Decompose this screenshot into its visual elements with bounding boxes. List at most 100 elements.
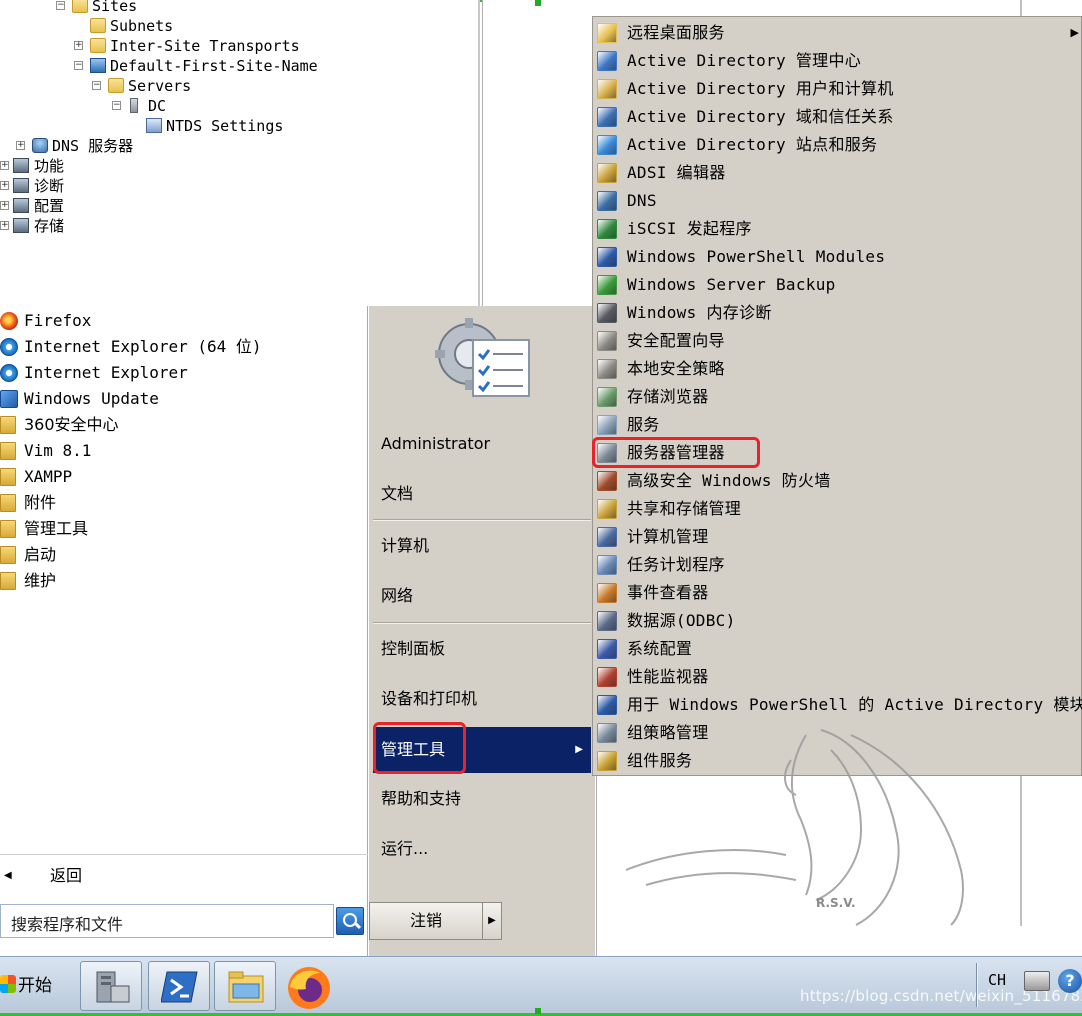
tree-item-ntds-settings[interactable]: NTDS Settings — [0, 116, 300, 136]
submenu-item[interactable]: ADSI 编辑器 — [593, 159, 1081, 187]
expand-icon[interactable]: + — [0, 181, 9, 190]
menu-admin-tools[interactable]: 管理工具 ▶ — [373, 727, 591, 773]
submenu-item[interactable]: 远程桌面服务 ▶ — [593, 19, 1081, 47]
menu-control-panel[interactable]: 控制面板 — [373, 629, 591, 669]
submenu-item[interactable]: 用于 Windows PowerShell 的 Active Directory… — [593, 691, 1082, 719]
collapse-icon[interactable]: − — [56, 1, 65, 10]
menu-devices-printers[interactable]: 设备和打印机 — [373, 679, 591, 719]
tree-item-inter-site-transports[interactable]: + Inter-Site Transports — [0, 36, 310, 56]
help-icon[interactable]: ? — [1058, 969, 1082, 993]
program-label: 附件 — [24, 493, 57, 512]
menu-network[interactable]: 网络 — [373, 576, 591, 616]
submenu-item[interactable]: 任务计划程序 — [593, 551, 1081, 579]
back-button[interactable]: ◀ 返回 — [0, 856, 368, 896]
search-input[interactable]: 搜索程序和文件 — [0, 904, 334, 938]
collapse-icon[interactable]: − — [92, 81, 101, 90]
tree-item-configuration[interactable]: + 配置 — [0, 196, 300, 216]
tree-item-dc[interactable]: − DC — [0, 96, 300, 116]
tree-item-servers[interactable]: − Servers — [0, 76, 300, 96]
program-windows-update[interactable]: Windows Update — [0, 386, 366, 412]
submenu-item[interactable]: 服务 — [593, 411, 1081, 439]
program-folder-360[interactable]: 360安全中心 — [0, 412, 366, 438]
submenu-item-label: 用于 Windows PowerShell 的 Active Directory… — [627, 695, 1082, 714]
program-firefox[interactable]: Firefox — [0, 308, 366, 334]
submenu-item[interactable]: Active Directory 域和信任关系 — [593, 103, 1081, 131]
submenu-item[interactable]: Active Directory 管理中心 — [593, 47, 1081, 75]
taskbar-firefox[interactable] — [282, 961, 338, 1011]
ie-icon — [0, 338, 18, 356]
expand-icon[interactable]: + — [0, 161, 9, 170]
taskbar-powershell[interactable] — [148, 961, 210, 1011]
program-folder-vim[interactable]: Vim 8.1 — [0, 438, 366, 464]
keyboard-icon[interactable] — [1024, 971, 1050, 991]
ad-powershell-icon — [597, 695, 617, 715]
tree-item-default-first-site[interactable]: − Default-First-Site-Name — [0, 56, 330, 76]
program-folder-xampp[interactable]: XAMPP — [0, 464, 366, 490]
collapse-icon[interactable]: − — [112, 101, 121, 110]
expand-icon[interactable]: + — [0, 201, 9, 210]
admin-tools-submenu: 远程桌面服务 ▶ Active Directory 管理中心 Active Direc… — [592, 16, 1082, 776]
submenu-item[interactable]: 事件查看器 — [593, 579, 1081, 607]
tree-item-sites[interactable]: − Sites — [0, 0, 300, 16]
tree-item-dns-server[interactable]: + DNS 服务器 — [0, 136, 300, 156]
submenu-item-label: Windows 内存诊断 — [627, 303, 772, 322]
group-policy-icon — [597, 723, 617, 743]
submenu-item[interactable]: 安全配置向导 — [593, 327, 1081, 355]
tree-item-subnets[interactable]: Subnets — [0, 16, 300, 36]
logoff-button[interactable]: 注销 — [369, 902, 483, 940]
submenu-item[interactable]: 服务器管理器 — [593, 439, 1081, 467]
resize-handle[interactable] — [535, 1008, 541, 1014]
program-ie64[interactable]: Internet Explorer (64 位) — [0, 334, 366, 360]
submenu-item[interactable]: Active Directory 站点和服务 — [593, 131, 1081, 159]
search-icon[interactable] — [336, 907, 364, 935]
resize-handle[interactable] — [535, 0, 541, 6]
server-icon — [130, 98, 138, 113]
submenu-item[interactable]: 系统配置 — [593, 635, 1081, 663]
taskbar-explorer[interactable] — [214, 961, 276, 1011]
ntds-settings-icon — [146, 118, 162, 133]
collapse-icon[interactable]: − — [74, 61, 83, 70]
ad-admin-center-icon — [597, 51, 617, 71]
shutdown-options-button[interactable]: ▶ — [482, 902, 502, 940]
submenu-item[interactable]: Windows Server Backup — [593, 271, 1081, 299]
tree-item-storage[interactable]: + 存储 — [0, 216, 300, 236]
configuration-icon — [13, 198, 29, 213]
submenu-item[interactable]: 高级安全 Windows 防火墙 — [593, 467, 1081, 495]
submenu-item[interactable]: iSCSI 发起程序 — [593, 215, 1081, 243]
program-folder-maintenance[interactable]: 维护 — [0, 568, 366, 594]
folder-icon — [0, 416, 16, 434]
program-folder-accessories[interactable]: 附件 — [0, 490, 366, 516]
taskbar-server-manager[interactable] — [80, 961, 142, 1011]
submenu-item[interactable]: Active Directory 用户和计算机 — [593, 75, 1081, 103]
menu-administrator[interactable]: Administrator — [373, 424, 591, 464]
start-button[interactable]: 开始 — [0, 961, 66, 1009]
tree-item-diagnostics[interactable]: + 诊断 — [0, 176, 300, 196]
menu-run[interactable]: 运行... — [373, 829, 591, 869]
menu-label: 控制面板 — [381, 639, 446, 658]
menu-computer[interactable]: 计算机 — [373, 526, 591, 566]
submenu-item[interactable]: 共享和存储管理 — [593, 495, 1081, 523]
expand-icon[interactable]: + — [16, 141, 25, 150]
program-folder-admin-tools[interactable]: 管理工具 — [0, 516, 366, 542]
performance-monitor-icon — [597, 667, 617, 687]
expand-icon[interactable]: + — [74, 41, 83, 50]
language-indicator[interactable]: CH — [988, 971, 1006, 989]
submenu-item[interactable]: 本地安全策略 — [593, 355, 1081, 383]
ie-icon — [0, 364, 18, 382]
program-ie[interactable]: Internet Explorer — [0, 360, 366, 386]
submenu-item[interactable]: 性能监视器 — [593, 663, 1081, 691]
tray-divider — [976, 963, 978, 1007]
expand-icon[interactable]: + — [0, 221, 9, 230]
menu-help-support[interactable]: 帮助和支持 — [373, 779, 591, 819]
submenu-item[interactable]: DNS — [593, 187, 1081, 215]
folder-icon — [0, 442, 16, 460]
submenu-item[interactable]: Windows PowerShell Modules — [593, 243, 1081, 271]
submenu-item[interactable]: Windows 内存诊断 — [593, 299, 1081, 327]
program-folder-startup[interactable]: 启动 — [0, 542, 366, 568]
submenu-item[interactable]: 存储浏览器 — [593, 383, 1081, 411]
submenu-item[interactable]: 计算机管理 — [593, 523, 1081, 551]
menu-documents[interactable]: 文档 — [373, 474, 591, 514]
tree-item-features[interactable]: + 功能 — [0, 156, 300, 176]
submenu-item[interactable]: 数据源(ODBC) — [593, 607, 1081, 635]
submenu-item-label: 本地安全策略 — [627, 359, 725, 378]
